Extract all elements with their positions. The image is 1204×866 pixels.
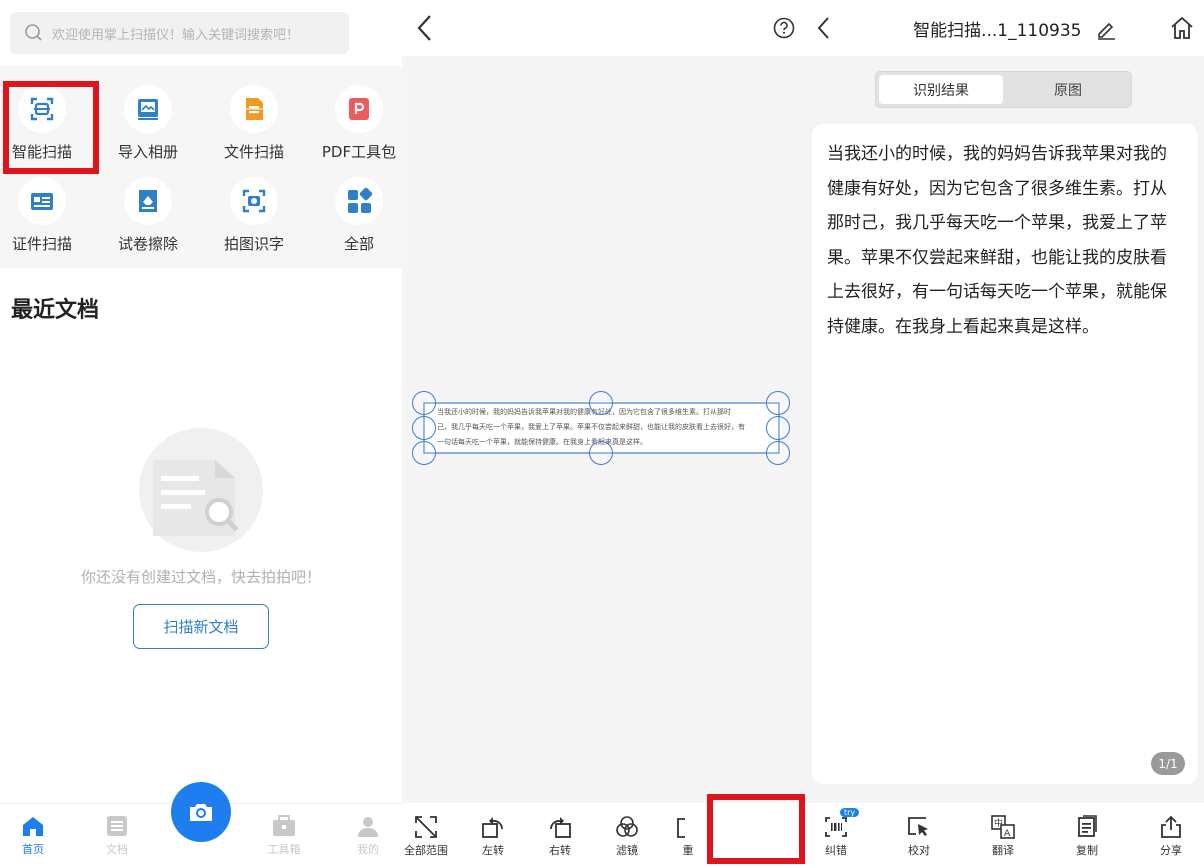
- tool-label: 右转: [549, 844, 571, 857]
- share-button[interactable]: 分享: [1141, 812, 1201, 858]
- tool-all[interactable]: 全部: [309, 177, 402, 254]
- documents-icon: [104, 813, 130, 839]
- translate-icon: 中A: [973, 812, 1033, 842]
- tool-label: 全部: [343, 235, 374, 253]
- tool-label: 导入相册: [117, 143, 178, 161]
- search-bar[interactable]: 欢迎使用掌上扫描仪！输入关键词搜索吧！: [10, 12, 349, 54]
- rotate-right-button[interactable]: 右转: [530, 812, 590, 858]
- empty-docs-message: 你还没有创建过文档，快去拍拍吧！: [80, 568, 321, 586]
- pdf-icon: [335, 85, 383, 133]
- share-icon: [1141, 812, 1201, 842]
- ocr-camera-icon: [230, 177, 278, 225]
- nav-toolbox[interactable]: 工具箱: [252, 813, 316, 857]
- crop-handle[interactable]: [412, 391, 436, 415]
- all-apps-icon: [335, 177, 383, 225]
- crop-handle[interactable]: [766, 391, 790, 415]
- rotate-right-icon: [530, 812, 590, 842]
- tool-label: 全部范围: [404, 844, 448, 857]
- filter-icon: [597, 812, 657, 842]
- scan-new-document-button[interactable]: 扫描新文档: [133, 604, 269, 649]
- home-screen: 欢迎使用掌上扫描仪！输入关键词搜索吧！ 智能扫描 导入相册 文件扫描 PDF工具…: [0, 0, 402, 866]
- nav-label: 首页: [22, 843, 44, 856]
- cursor-select-icon: [889, 812, 949, 842]
- user-icon: [355, 813, 381, 839]
- full-range-button[interactable]: 全部范围: [402, 812, 456, 858]
- copy-icon: [1057, 812, 1117, 842]
- tool-label: 分享: [1160, 844, 1182, 857]
- tool-label: 重: [682, 844, 694, 857]
- try-badge: try: [840, 808, 860, 817]
- chevron-left-icon: [817, 17, 829, 39]
- home-icon: [20, 813, 46, 839]
- document-title: 智能扫描...1_110935: [865, 16, 1165, 41]
- crop-screen: 当我还小的时候，我的妈妈告诉我苹果对我的健康有好处，因为它包含了很多维生素。打从…: [402, 0, 805, 866]
- tool-label: 试卷擦除: [117, 235, 178, 253]
- nav-home[interactable]: 首页: [1, 813, 65, 857]
- tool-label: 拍图识字: [223, 235, 284, 253]
- crop-handle[interactable]: [766, 416, 790, 440]
- correct-button[interactable]: try 纠错: [806, 808, 866, 858]
- tool-photo-ocr[interactable]: 拍图识字: [204, 177, 304, 254]
- toolbox-icon: [271, 813, 297, 839]
- home-button[interactable]: [1169, 15, 1195, 45]
- crop-handle[interactable]: [412, 441, 436, 465]
- tool-pdf-kit[interactable]: PDF工具包: [309, 85, 402, 162]
- crop-handle[interactable]: [766, 441, 790, 465]
- rotate-left-button[interactable]: 左转: [463, 812, 523, 858]
- copy-button[interactable]: 复制: [1057, 812, 1117, 858]
- translate-button[interactable]: 中A 翻译: [973, 812, 1033, 858]
- tab-recognition-result[interactable]: 识别结果: [879, 75, 1003, 104]
- highlight-box: [707, 794, 805, 864]
- expand-icon: [402, 812, 456, 842]
- highlight-box: [3, 81, 99, 174]
- nav-label: 工具箱: [267, 843, 301, 856]
- tool-document-scan[interactable]: 文件扫描: [204, 85, 304, 162]
- nav-profile[interactable]: 我的: [336, 813, 400, 857]
- tool-label: 左转: [482, 844, 504, 857]
- tool-paper-erase[interactable]: 试卷擦除: [98, 177, 198, 254]
- crop-frame[interactable]: [402, 0, 805, 866]
- recent-docs-title: 最近文档: [11, 298, 100, 323]
- tool-label: 纠错: [825, 844, 847, 857]
- page-indicator: 1/1: [1151, 752, 1185, 775]
- nav-documents[interactable]: 文档: [85, 813, 149, 857]
- tool-label: 文件扫描: [223, 143, 284, 161]
- filter-button[interactable]: 滤镜: [597, 812, 657, 858]
- tool-label: PDF工具包: [321, 143, 397, 161]
- nav-label: 文档: [106, 843, 128, 856]
- tool-label: 证件扫描: [11, 235, 72, 253]
- back-button[interactable]: [816, 16, 830, 44]
- crop-handle[interactable]: [589, 391, 613, 415]
- svg-text:A: A: [1004, 829, 1011, 839]
- camera-button[interactable]: [171, 782, 231, 842]
- nav-label: 我的: [357, 843, 379, 856]
- search-icon: [25, 24, 42, 41]
- album-icon: [124, 85, 172, 133]
- tool-label: 翻译: [992, 844, 1014, 857]
- camera-icon: [190, 804, 212, 821]
- tool-label: 滤镜: [616, 844, 638, 857]
- id-card-icon: [18, 177, 66, 225]
- document-scan-icon: [230, 85, 278, 133]
- tab-original-image[interactable]: 原图: [1006, 75, 1130, 104]
- tool-label: 复制: [1076, 844, 1098, 857]
- tool-import-album[interactable]: 导入相册: [98, 85, 198, 162]
- edit-icon[interactable]: [1095, 18, 1117, 40]
- eraser-icon: [124, 177, 172, 225]
- tool-label: 校对: [908, 844, 930, 857]
- tool-id-scan[interactable]: 证件扫描: [0, 177, 92, 254]
- crop-handle[interactable]: [412, 416, 436, 440]
- search-placeholder: 欢迎使用掌上扫描仪！输入关键词搜索吧！: [52, 27, 300, 43]
- view-segmented-control: 识别结果 原图: [875, 71, 1132, 108]
- result-screen: 智能扫描...1_110935 识别结果 原图 当我还小的时候，我的妈妈告诉我苹…: [805, 0, 1204, 866]
- home-icon: [1171, 16, 1193, 39]
- empty-docs-illustration: [139, 428, 263, 552]
- proofread-button[interactable]: 校对: [889, 812, 949, 858]
- document-title-text: 智能扫描...1_110935: [913, 21, 1082, 41]
- barcode-correct-icon: try: [806, 808, 866, 842]
- recognized-text[interactable]: 当我还小的时候，我的妈妈告诉我苹果对我的健康有好处，因为它包含了很多维生素。打从…: [827, 137, 1183, 344]
- crop-handle[interactable]: [589, 441, 613, 465]
- rotate-left-icon: [463, 812, 523, 842]
